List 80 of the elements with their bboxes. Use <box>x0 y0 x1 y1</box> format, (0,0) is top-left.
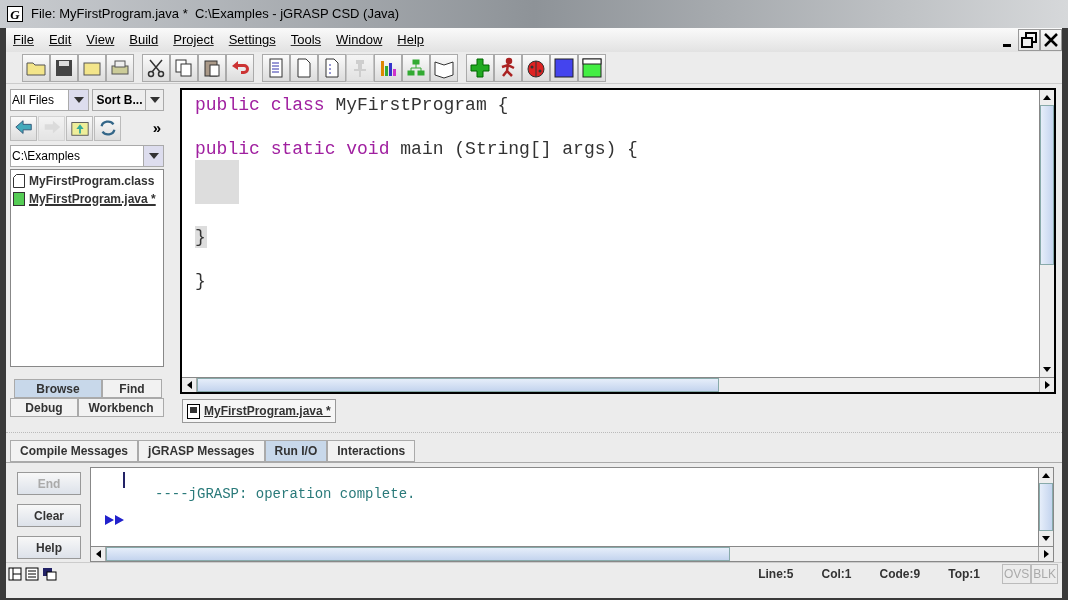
document-icon <box>187 403 200 419</box>
mode-indicator: BLK <box>1031 563 1058 584</box>
restore-button[interactable] <box>1018 29 1040 51</box>
file-icon <box>13 174 25 188</box>
file-list-entry[interactable]: MyFirstProgram.java * <box>29 190 156 208</box>
code-line: public class MyFirstProgram { <box>195 94 509 116</box>
menu-item[interactable]: Edit <box>48 30 72 50</box>
toolbar-button[interactable] <box>578 53 606 82</box>
left-arrow-icon <box>186 381 192 389</box>
horizontal-scrollbar[interactable] <box>91 546 1053 561</box>
toolbar-button[interactable] <box>522 53 550 82</box>
up-arrow-icon <box>1042 473 1050 478</box>
vertical-scrollbar[interactable] <box>1038 468 1053 546</box>
close-icon <box>1044 33 1058 47</box>
app-icon: G <box>7 6 23 22</box>
output-tab[interactable]: Interactions <box>327 440 416 462</box>
status-field: Code:9 <box>879 564 921 583</box>
output-button[interactable]: Help <box>17 536 81 559</box>
toolbar-button[interactable] <box>494 53 522 82</box>
window-title: File: MyFirstProgram.java * C:\Examples - jGRASP CSD (Java) <box>31 5 400 24</box>
menu-item[interactable]: Project <box>173 30 214 50</box>
mode-indicator: OVS <box>1001 563 1032 584</box>
hierarchy-icon <box>405 56 427 79</box>
file-list-entry[interactable]: MyFirstProgram.class <box>29 172 155 190</box>
file-tab[interactable]: MyFirstProgram.java * <box>182 399 336 423</box>
copy-icon <box>173 56 195 79</box>
nav-button[interactable] <box>66 115 93 141</box>
right-arrow-icon <box>1043 550 1049 558</box>
path-dropdown[interactable]: C:\Examples <box>10 145 164 167</box>
dropdown-caret-icon <box>73 97 84 103</box>
output-tab[interactable]: Compile Messages <box>10 440 139 462</box>
toolbar-button[interactable] <box>198 53 226 82</box>
toolbar-button[interactable] <box>50 53 78 82</box>
output-text: ----jGRASP: operation complete. <box>155 485 417 504</box>
minimize-icon <box>1003 44 1011 47</box>
status-field: Top:1 <box>948 564 980 583</box>
toolbar-button[interactable] <box>550 53 578 82</box>
panel-tab[interactable]: Find <box>102 379 162 398</box>
menu-item[interactable]: Settings <box>228 30 276 50</box>
horizontal-scrollbar[interactable] <box>182 377 1054 392</box>
square-icon <box>553 56 575 79</box>
java-file-icon <box>13 192 25 206</box>
toolbar-button[interactable] <box>142 53 170 82</box>
code-line: } <box>195 226 206 248</box>
left-arrow-icon <box>95 550 101 558</box>
status-field: Line:5 <box>758 564 794 583</box>
code-line: public static void main (String[] args) { <box>195 138 638 160</box>
menu-item[interactable]: Help <box>397 30 425 50</box>
plus-icon <box>469 56 491 79</box>
close-button[interactable] <box>1040 29 1062 51</box>
output-tab[interactable]: Run I/O <box>264 440 328 462</box>
output-tab[interactable]: jGRASP Messages <box>138 440 265 462</box>
menu-item[interactable]: View <box>86 30 115 50</box>
code-line: } <box>195 270 206 292</box>
right-arrow-icon <box>1044 381 1050 389</box>
down-arrow-icon <box>1042 536 1050 541</box>
panel-tab[interactable]: Debug <box>10 398 78 417</box>
menu-item[interactable]: File <box>13 30 34 50</box>
panel-tab[interactable]: Workbench <box>78 398 164 417</box>
restore-icon <box>1021 32 1037 48</box>
more-button[interactable]: » <box>152 116 164 140</box>
up-arrow-icon <box>1043 95 1051 100</box>
status-field: Col:1 <box>821 564 852 583</box>
toolbar-button[interactable] <box>374 53 402 82</box>
window-icon <box>581 56 603 79</box>
menu-item[interactable]: Tools <box>290 30 322 50</box>
nav-button[interactable] <box>10 115 37 141</box>
vertical-scrollbar[interactable] <box>1039 90 1054 377</box>
panel-tab[interactable]: Browse <box>14 379 102 398</box>
menu-item[interactable]: Build <box>129 30 159 50</box>
down-arrow-icon <box>1043 367 1051 372</box>
dropdown-caret-icon <box>149 97 160 103</box>
nav-button[interactable] <box>94 115 121 141</box>
input-prompt-icon <box>105 515 125 525</box>
filter-dropdown[interactable]: All Files <box>10 89 90 111</box>
dropdown-caret-icon <box>148 153 159 159</box>
sort-dropdown[interactable]: Sort B... <box>92 89 164 111</box>
layout-icons[interactable] <box>8 566 58 581</box>
menu-item[interactable]: Window <box>336 30 383 50</box>
output-button[interactable]: Clear <box>17 504 81 527</box>
